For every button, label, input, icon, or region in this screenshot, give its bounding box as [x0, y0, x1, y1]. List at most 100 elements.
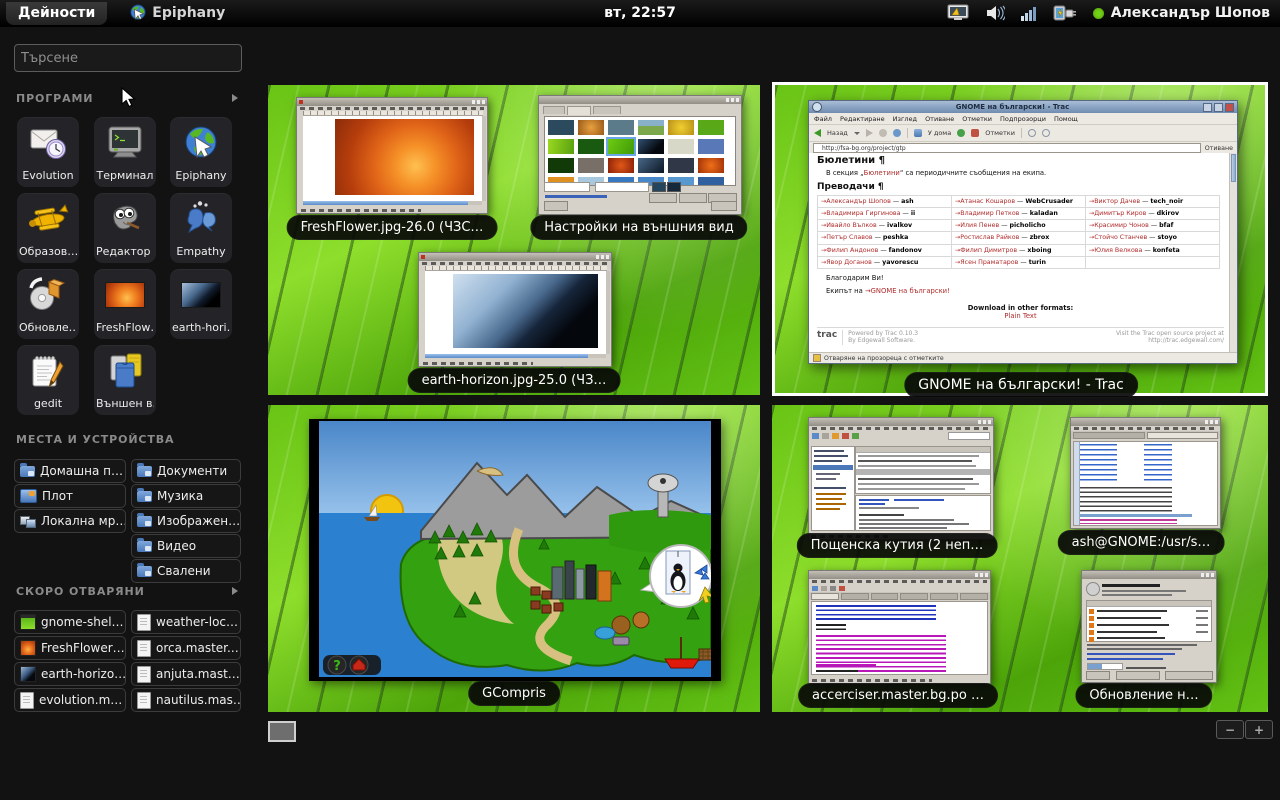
button — [649, 193, 677, 203]
epiphany-icon — [170, 122, 232, 164]
recent-freshflower[interactable]: FreshFlower… — [14, 636, 126, 660]
home-icon — [914, 129, 922, 137]
get-more-link — [545, 195, 607, 198]
app-label: Обновле… — [19, 321, 77, 334]
forward-icon — [866, 129, 873, 137]
search-input[interactable] — [14, 44, 242, 72]
titlebar — [809, 418, 993, 426]
place-documents[interactable]: Документи — [131, 459, 241, 483]
place-label: Плот — [42, 489, 73, 503]
bookmarks-label: Отметки — [985, 129, 1015, 137]
gedit-icon — [17, 350, 79, 392]
team-text: Екипът на →GNOME на български! — [826, 287, 1224, 295]
app-tile-gimp[interactable]: Редактор … — [94, 193, 156, 263]
recent-anjuta-po[interactable]: anjuta.mast… — [131, 662, 241, 686]
recent-nautilus-po[interactable]: nautilus.mas… — [131, 688, 241, 712]
window-gedit-po[interactable] — [808, 570, 991, 684]
window-label: Обновление н… — [1075, 683, 1212, 708]
recent-weather-locations[interactable]: weather-loc… — [131, 610, 241, 634]
place-downloads[interactable]: Свалени — [131, 559, 241, 583]
message-list — [855, 446, 991, 494]
text-file-icon — [137, 666, 151, 683]
programs-section-title: ПРОГРАМИ — [16, 92, 93, 105]
remove-workspace-button[interactable]: − — [1216, 720, 1244, 739]
software-update-icon — [17, 274, 79, 316]
recent-expand-icon[interactable] — [232, 587, 238, 595]
window-epiphany-trac[interactable]: GNOME на български! - Trac ФайлРедактира… — [808, 100, 1238, 364]
place-videos[interactable]: Видео — [131, 534, 241, 558]
app-tile-evolution[interactable]: Evolution — [17, 117, 79, 187]
updates-icon — [1086, 582, 1100, 596]
gimp-icon — [94, 198, 156, 240]
add-workspace-button[interactable]: + — [1245, 720, 1273, 739]
recent-evolution-po[interactable]: evolution.m… — [14, 688, 126, 712]
updates-heading — [1102, 584, 1160, 587]
presence-available-icon — [1093, 8, 1104, 19]
app-tile-gcompris[interactable]: Образов… — [17, 193, 79, 263]
text-file-icon — [137, 640, 151, 657]
place-music[interactable]: Музика — [131, 484, 241, 508]
window-evolution-mail[interactable] — [808, 417, 994, 540]
recent-label: gnome-shel… — [41, 615, 124, 629]
h-scrollbar — [425, 354, 606, 358]
recent-orca-po[interactable]: orca.master.… — [131, 636, 241, 660]
recent-label: FreshFlower… — [41, 641, 125, 655]
earth-horizon-thumbnail-icon — [170, 274, 232, 316]
wallpaper-grid — [544, 116, 736, 186]
recent-earth-horizon[interactable]: earth-horizo… — [14, 662, 126, 686]
videos-folder-icon — [137, 541, 152, 552]
place-local-network[interactable]: Локална мр… — [14, 509, 126, 533]
back-icon — [814, 129, 821, 137]
app-tile-appearance[interactable]: Външен в… — [94, 345, 156, 415]
thanks-text: Благодарим Ви! — [826, 274, 1224, 282]
app-label: gedit — [19, 397, 77, 410]
recent-section-title: СКОРО ОТВАРЯНИ — [16, 585, 145, 598]
place-desktop[interactable]: Плот — [14, 484, 126, 508]
app-tile-software-update[interactable]: Обновле… — [17, 269, 79, 339]
app-tile-freshflower-doc[interactable]: FreshFlow… — [94, 269, 156, 339]
titlebar — [419, 253, 611, 261]
app-tile-gedit[interactable]: gedit — [17, 345, 79, 415]
tab-bar — [539, 104, 741, 115]
volume-icon[interactable] — [985, 5, 1005, 21]
display-icon[interactable] — [947, 4, 969, 22]
app-label: Empathy — [172, 245, 230, 258]
freshflower-image — [335, 119, 474, 195]
battery-icon[interactable] — [1053, 4, 1077, 22]
window-appearance-prefs[interactable] — [538, 95, 742, 215]
window-gimp-freshflower[interactable] — [296, 97, 488, 214]
url-field: http://fsa-bg.org/project/gtp — [813, 143, 1201, 153]
go-button: Отиване — [1205, 145, 1233, 152]
trac-logo: trac — [817, 330, 837, 341]
place-home[interactable]: Домашна п… — [14, 459, 126, 483]
workspace-drag-handle[interactable] — [268, 721, 296, 742]
recent-gnome-shell[interactable]: gnome-shel… — [14, 610, 126, 634]
programs-expand-icon[interactable] — [232, 94, 238, 102]
window-buttons — [1203, 103, 1234, 112]
help-button — [1086, 671, 1110, 680]
window-gcompris[interactable]: ? — [309, 419, 721, 681]
app-tile-earthhorizon-doc[interactable]: earth-hori… — [170, 269, 232, 339]
app-label: Терминал — [96, 169, 154, 182]
app-tile-terminal[interactable]: Терминал — [94, 117, 156, 187]
user-menu[interactable]: Александър Шопов — [1093, 5, 1270, 21]
progress-bar — [1087, 663, 1123, 670]
window-terminal[interactable] — [1070, 417, 1221, 529]
recent-label: weather-loc… — [156, 615, 238, 629]
button — [679, 193, 707, 203]
network-signal-icon[interactable] — [1021, 6, 1037, 21]
bookmarks-icon — [971, 129, 979, 137]
window-gimp-earthhorizon[interactable] — [418, 252, 612, 367]
plain-text-link: Plain Text — [817, 312, 1224, 320]
place-label: Музика — [157, 489, 203, 503]
page-heading: Бюлетини ¶ — [817, 155, 1224, 166]
recent-label: evolution.m… — [39, 693, 122, 707]
place-pictures[interactable]: Изображен… — [131, 509, 241, 533]
screenshot-thumbnail-icon — [20, 614, 36, 630]
window-update-manager[interactable] — [1081, 570, 1217, 683]
app-tile-empathy[interactable]: Empathy — [170, 193, 232, 263]
app-tile-epiphany[interactable]: Epiphany — [170, 117, 232, 187]
toolbar: Назад У дома Отметки — [809, 125, 1237, 142]
close-button — [711, 201, 737, 211]
gcompris-scene: ? — [309, 419, 721, 681]
